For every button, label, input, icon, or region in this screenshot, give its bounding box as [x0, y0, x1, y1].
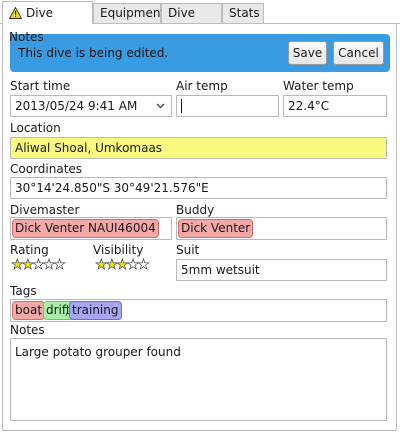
star-filled-icon[interactable]: ★ [21, 257, 34, 273]
visibility-stars[interactable]: ★★★★★ [95, 257, 150, 273]
tab-dive-notes[interactable]: Dive Notes [2, 1, 93, 44]
tab-stats[interactable]: Stats [222, 3, 264, 23]
suit-label: Suit [176, 243, 200, 257]
save-button[interactable]: Save [288, 41, 327, 65]
tags-label: Tags [10, 284, 37, 298]
suit-value: 5mm wetsuit [181, 263, 260, 277]
star-filled-icon[interactable]: ★ [11, 257, 24, 273]
notes-field[interactable]: Large potato grouper found [10, 338, 387, 421]
buddy-field[interactable]: Dick Venter [176, 217, 387, 240]
tab-label: Equipment [100, 6, 166, 20]
chevron-down-icon[interactable] [156, 96, 165, 116]
tag-chip: training [69, 301, 122, 320]
air-temp-label: Air temp [176, 79, 228, 93]
coordinates-label: Coordinates [10, 162, 83, 176]
tab-label: Stats [229, 6, 260, 20]
buddy-chip: Dick Venter [178, 219, 254, 238]
star-empty-icon[interactable]: ★ [42, 257, 55, 273]
tab-equipment[interactable]: Equipment [93, 3, 165, 23]
buddy-label: Buddy [176, 203, 215, 217]
location-field[interactable]: Aliwal Shoal, Umkomaas [10, 137, 387, 159]
tags-field[interactable]: boat , drift , training [10, 299, 387, 322]
location-value: Aliwal Shoal, Umkomaas [15, 141, 163, 155]
air-temp-field[interactable] [176, 95, 279, 117]
cancel-button[interactable]: Cancel [333, 41, 384, 65]
coordinates-value: 30°14'24.850"S 30°49'21.576"E [15, 181, 209, 195]
start-time-field[interactable]: 2013/05/24 9:41 AM [10, 95, 172, 117]
suit-field[interactable]: 5mm wetsuit [176, 259, 387, 281]
star-filled-icon[interactable]: ★ [95, 257, 108, 273]
divemaster-field[interactable]: Dick Venter NAUI46004 [10, 217, 172, 240]
star-empty-icon[interactable]: ★ [32, 257, 45, 273]
water-temp-label: Water temp [283, 79, 354, 93]
coordinates-field[interactable]: 30°14'24.850"S 30°49'21.576"E [10, 177, 387, 199]
start-time-value: 2013/05/24 9:41 AM [15, 99, 138, 113]
warning-icon [8, 4, 23, 26]
location-label: Location [10, 121, 61, 135]
star-filled-icon[interactable]: ★ [116, 257, 129, 273]
text-cursor [181, 99, 182, 113]
tab-dive-info[interactable]: Dive Info [161, 3, 222, 39]
banner-message: This dive is being edited. [18, 46, 169, 60]
notes-label: Notes [10, 323, 45, 337]
divemaster-chip: Dick Venter NAUI46004 [12, 219, 159, 238]
visibility-label: Visibility [93, 243, 144, 257]
divemaster-label: Divemaster [10, 203, 80, 217]
notes-value: Large potato grouper found [15, 345, 181, 359]
rating-label: Rating [10, 243, 49, 257]
start-time-label: Start time [10, 79, 71, 93]
edit-banner: This dive is being edited. Save Cancel [10, 34, 390, 72]
star-empty-icon[interactable]: ★ [126, 257, 139, 273]
rating-stars[interactable]: ★★★★★ [11, 257, 66, 273]
water-temp-value: 22.4°C [288, 99, 330, 113]
star-empty-icon[interactable]: ★ [137, 257, 150, 273]
tag-separator: , [38, 303, 42, 317]
water-temp-field[interactable]: 22.4°C [283, 95, 387, 117]
star-filled-icon[interactable]: ★ [105, 257, 118, 273]
tab-bar: Dive Notes Equipment Dive Info Stats [0, 0, 400, 44]
star-empty-icon[interactable]: ★ [53, 257, 66, 273]
